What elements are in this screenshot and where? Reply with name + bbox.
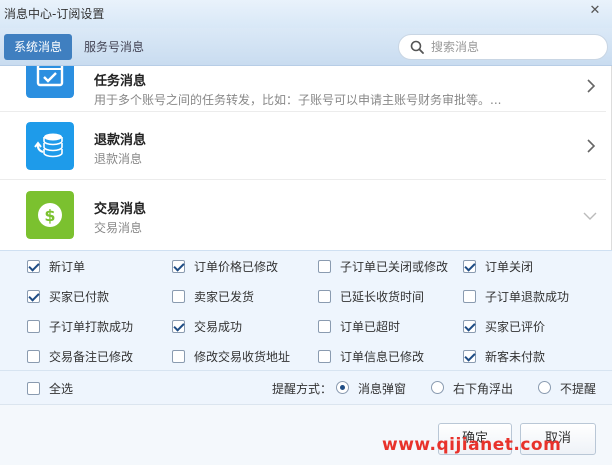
trade-options-panel: 新订单 订单价格已修改 子订单已关闭或修改 订单关闭 买家已付款 卖家已发货 已… — [0, 250, 612, 370]
option-address-modified[interactable]: 修改交易收货地址 — [172, 348, 290, 364]
dollar-coin-icon: $ — [26, 191, 74, 239]
radio-corner-float[interactable] — [431, 381, 444, 394]
checkbox[interactable] — [172, 289, 185, 303]
checkbox[interactable] — [27, 259, 40, 273]
option-label: 交易成功 — [194, 319, 243, 334]
option-label: 买家已评价 — [485, 319, 546, 334]
checkbox[interactable] — [318, 349, 331, 363]
checkbox[interactable] — [318, 319, 331, 333]
option-new-customer-unpaid[interactable]: 新客未付款 — [463, 348, 545, 364]
dialog-footer: 确定 取消 www.qijianet.com — [0, 404, 612, 465]
checkbox[interactable] — [463, 289, 476, 303]
checkbox[interactable] — [172, 259, 185, 273]
tab-service-messages[interactable]: 服务号消息 — [74, 34, 154, 60]
option-new-order[interactable]: 新订单 — [27, 258, 85, 274]
message-desc: 退款消息 — [94, 152, 143, 166]
search-icon — [410, 40, 424, 54]
tab-system-messages[interactable]: 系统消息 — [4, 34, 73, 60]
message-name: 交易消息 — [94, 202, 147, 217]
option-label: 已延长收货时间 — [340, 289, 425, 304]
option-suborder-payout[interactable]: 子订单打款成功 — [27, 318, 133, 334]
search-box[interactable] — [398, 34, 608, 60]
option-price-modified[interactable]: 订单价格已修改 — [172, 258, 278, 274]
radio-no-remind-label: 不提醒 — [560, 382, 597, 396]
option-label: 卖家已发货 — [194, 289, 255, 304]
tab-bar: 系统消息 服务号消息 — [0, 28, 612, 66]
window-title: 消息中心-订阅设置 — [4, 7, 105, 21]
checkbox[interactable] — [463, 259, 476, 273]
option-note-modified[interactable]: 交易备注已修改 — [27, 348, 133, 364]
title-bar: 消息中心-订阅设置 ✕ — [0, 0, 612, 28]
radio-corner-float-label: 右下角浮出 — [453, 382, 514, 396]
message-desc: 交易消息 — [94, 221, 143, 235]
search-input[interactable] — [431, 38, 601, 56]
watermark: www.qijianet.com — [382, 435, 562, 455]
checkbox[interactable] — [463, 319, 476, 333]
checkbox[interactable] — [27, 289, 40, 303]
select-all[interactable]: 全选 — [27, 380, 73, 396]
option-label: 子订单已关闭或修改 — [340, 259, 449, 274]
message-desc: 用于多个账号之间的任务转发，比如：子账号可以申请主账号财务审批等。... — [94, 93, 502, 107]
option-order-closed[interactable]: 订单关闭 — [463, 258, 533, 274]
checkbox[interactable] — [172, 349, 185, 363]
remind-row: 全选 提醒方式： 消息弹窗 右下角浮出 不提醒 — [0, 370, 612, 404]
option-label: 子订单退款成功 — [485, 289, 570, 304]
checkbox[interactable] — [27, 319, 40, 333]
close-icon[interactable]: ✕ — [586, 2, 604, 20]
option-suborder-refund[interactable]: 子订单退款成功 — [463, 288, 569, 304]
radio-popup-label: 消息弹窗 — [358, 382, 407, 396]
option-buyer-paid[interactable]: 买家已付款 — [27, 288, 109, 304]
checkbox[interactable] — [172, 319, 185, 333]
calendar-check-icon — [26, 66, 74, 98]
option-label: 新订单 — [49, 259, 86, 274]
message-item-refund[interactable]: 退款消息 退款消息 — [0, 112, 606, 180]
message-list: 任务消息 用于多个账号之间的任务转发，比如：子账号可以申请主账号财务审批等。..… — [0, 66, 612, 250]
chevron-down-icon[interactable] — [582, 211, 598, 221]
checkbox[interactable] — [318, 289, 331, 303]
option-order-info-modified[interactable]: 订单信息已修改 — [318, 348, 424, 364]
checkbox[interactable] — [27, 349, 40, 363]
checkbox[interactable] — [463, 349, 476, 363]
option-label: 订单已超时 — [340, 319, 401, 334]
option-buyer-reviewed[interactable]: 买家已评价 — [463, 318, 545, 334]
option-label: 子订单打款成功 — [49, 319, 134, 334]
option-label: 订单价格已修改 — [194, 259, 279, 274]
chevron-right-icon[interactable] — [586, 78, 596, 94]
option-label: 新客未付款 — [485, 349, 546, 364]
checkbox[interactable] — [27, 381, 40, 395]
message-item-trade[interactable]: $ 交易消息 交易消息 — [0, 181, 606, 249]
option-extended-receipt[interactable]: 已延长收货时间 — [318, 288, 424, 304]
message-item-task[interactable]: 任务消息 用于多个账号之间的任务转发，比如：子账号可以申请主账号财务审批等。..… — [0, 66, 606, 112]
remind-method-label: 提醒方式： — [272, 382, 333, 396]
checkbox[interactable] — [318, 259, 331, 273]
select-all-label: 全选 — [49, 381, 74, 396]
option-label: 交易备注已修改 — [49, 349, 134, 364]
option-label: 买家已付款 — [49, 289, 110, 304]
option-seller-shipped[interactable]: 卖家已发货 — [172, 288, 254, 304]
message-name: 退款消息 — [94, 133, 147, 148]
option-suborder-closed[interactable]: 子订单已关闭或修改 — [318, 258, 448, 274]
svg-text:$: $ — [44, 206, 55, 225]
option-trade-success[interactable]: 交易成功 — [172, 318, 242, 334]
message-name: 任务消息 — [94, 74, 147, 89]
coins-refund-icon — [26, 122, 74, 170]
option-label: 订单关闭 — [485, 259, 534, 274]
radio-no-remind[interactable] — [538, 381, 551, 394]
option-label: 修改交易收货地址 — [194, 349, 291, 364]
chevron-right-icon[interactable] — [586, 138, 596, 154]
radio-popup[interactable] — [336, 381, 349, 394]
option-order-timeout[interactable]: 订单已超时 — [318, 318, 400, 334]
option-label: 订单信息已修改 — [340, 349, 425, 364]
